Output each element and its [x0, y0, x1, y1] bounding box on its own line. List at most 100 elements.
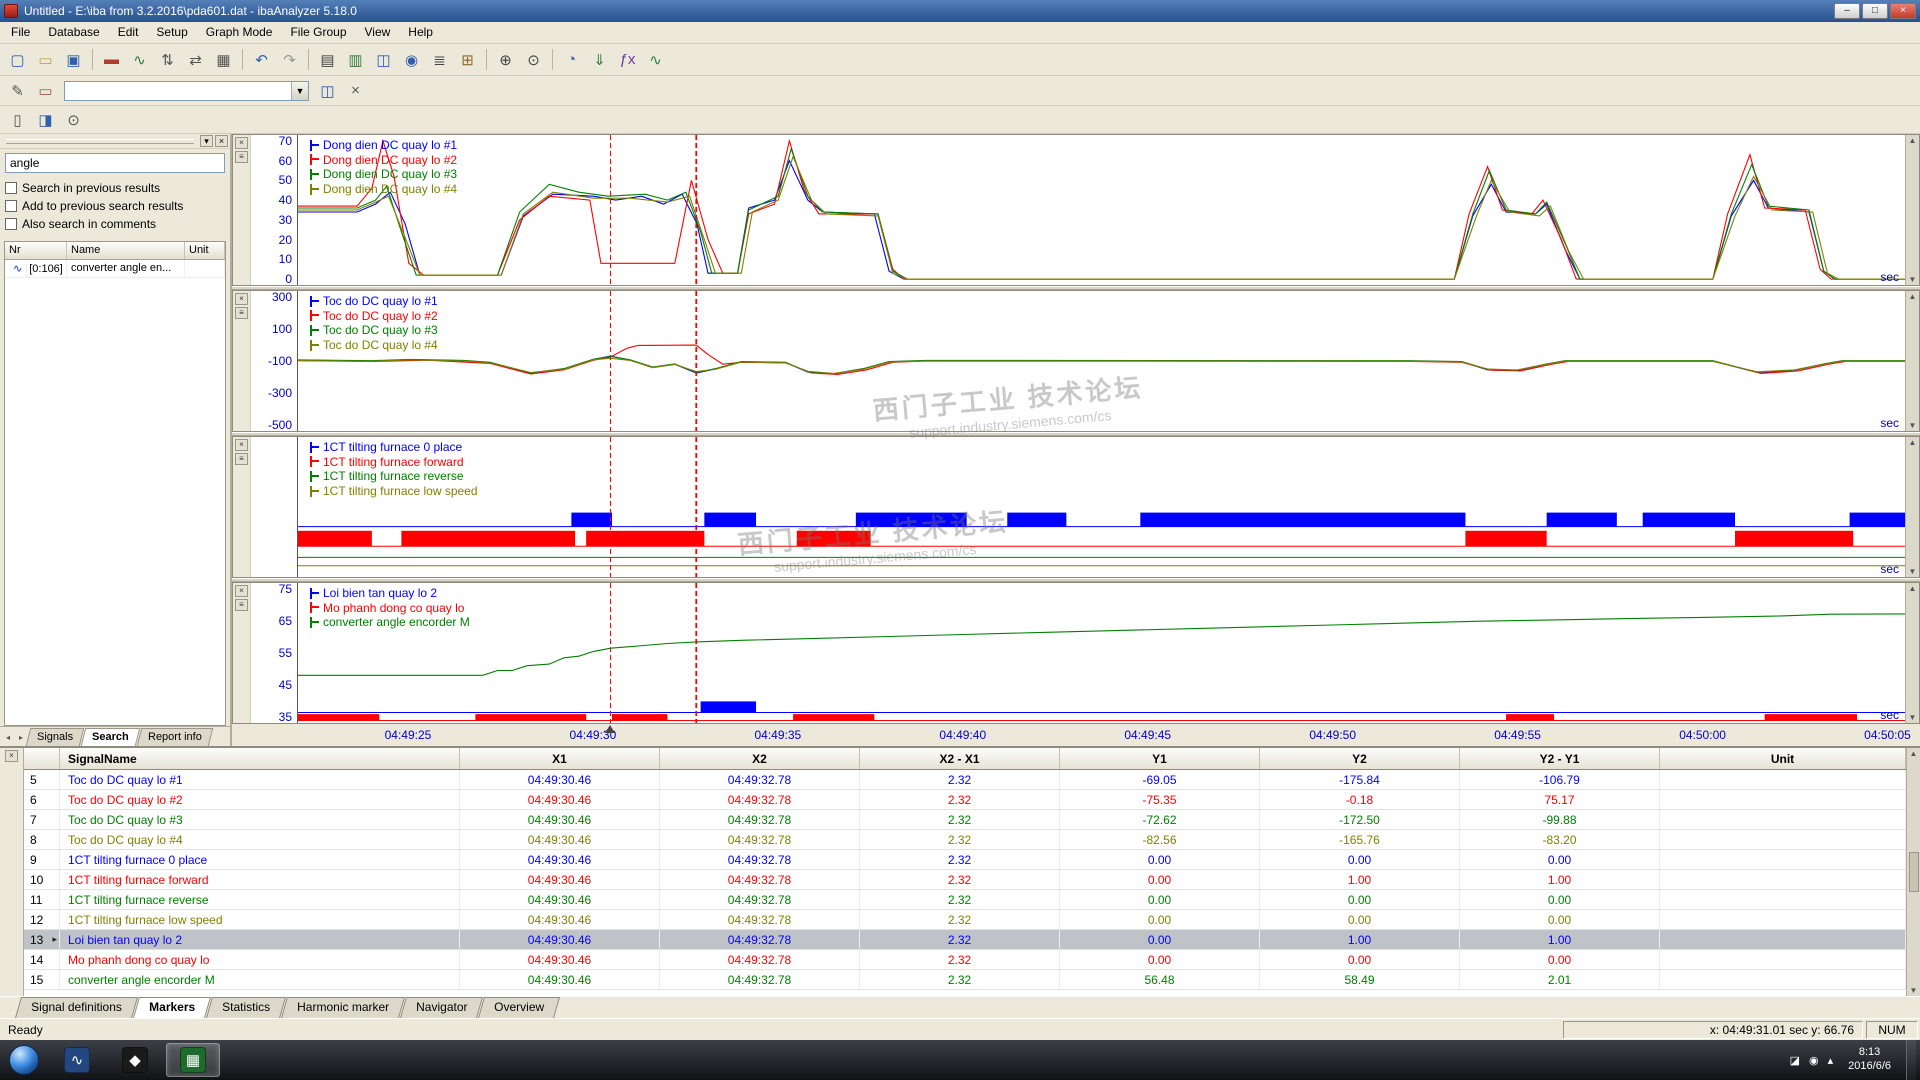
taskbar-app-ibaanalyzer[interactable]: ▦: [166, 1043, 220, 1077]
results-column-name[interactable]: Name: [67, 242, 185, 259]
search-input[interactable]: [5, 153, 225, 173]
delete-expression-button[interactable]: ▬: [98, 47, 125, 72]
table-row[interactable]: 13▸Loi bien tan quay lo 204:49:30.4604:4…: [24, 930, 1906, 950]
layout-grid-button[interactable]: ▦: [210, 47, 237, 72]
result-row[interactable]: ∿[0:106]converter angle en...: [5, 260, 225, 278]
table-row[interactable]: 5Toc do DC quay lo #104:49:30.4604:49:32…: [24, 770, 1906, 790]
scroll-down-icon[interactable]: ▼: [1909, 567, 1917, 576]
column-header-rownum[interactable]: [24, 748, 60, 769]
scroll-down-icon[interactable]: ▼: [1910, 986, 1918, 995]
taskbar-app-dark-tool[interactable]: ◆: [108, 1043, 162, 1077]
scroll-up-icon[interactable]: ▲: [1910, 749, 1918, 758]
sort-signals-button[interactable]: ⇅: [154, 47, 181, 72]
open-file-button[interactable]: ▭: [32, 47, 59, 72]
taskbar-app-ibapda[interactable]: ∿: [50, 1043, 104, 1077]
bottom-tab-overview[interactable]: Overview: [478, 997, 560, 1018]
chart-plot-dc-speed[interactable]: Toc do DC quay lo #1Toc do DC quay lo #2…: [297, 291, 1905, 431]
title-bar[interactable]: Untitled - E:\iba from 3.2.2016\pda601.d…: [0, 0, 1920, 22]
pane-scrollbar[interactable]: ▲▼: [1905, 135, 1919, 285]
export-report-button[interactable]: ▥: [342, 47, 369, 72]
checkbox-box[interactable]: [5, 218, 17, 230]
bottom-tab-markers[interactable]: Markers: [133, 997, 211, 1018]
table-row[interactable]: 121CT tilting furnace low speed04:49:30.…: [24, 910, 1906, 930]
new-file-button[interactable]: ▢: [4, 47, 31, 72]
column-header-y1[interactable]: Y1: [1060, 748, 1260, 769]
results-column-nr[interactable]: Nr: [5, 242, 67, 259]
scroll-down-icon[interactable]: ▼: [1909, 275, 1917, 284]
zoom-mode-button[interactable]: ⇄: [182, 47, 209, 72]
menu-file[interactable]: File: [2, 22, 39, 43]
column-header-y2[interactable]: Y2: [1260, 748, 1460, 769]
menu-help[interactable]: Help: [399, 22, 442, 43]
checkbox-also-search-in-comments[interactable]: Also search in comments: [5, 217, 225, 231]
pane-menu-button[interactable]: ≡: [235, 307, 248, 319]
pane-menu-button[interactable]: ≡: [235, 151, 248, 163]
scroll-down-icon[interactable]: ▼: [1909, 713, 1917, 722]
table-row[interactable]: 14Mo phanh dong co quay lo04:49:30.4604:…: [24, 950, 1906, 970]
dock-pin-button[interactable]: ▾: [200, 135, 213, 147]
fx-editor-button[interactable]: ƒx: [614, 47, 641, 72]
menu-file-group[interactable]: File Group: [281, 22, 355, 43]
chart-plot-dc-current[interactable]: Dong dien DC quay lo #1Dong dien DC quay…: [297, 135, 1905, 285]
checkbox-box[interactable]: [5, 182, 17, 194]
table-row[interactable]: 6Toc do DC quay lo #204:49:30.4604:49:32…: [24, 790, 1906, 810]
column-header-signalname[interactable]: SignalName: [60, 748, 460, 769]
scroll-up-icon[interactable]: ▲: [1909, 584, 1917, 593]
scroll-thumb[interactable]: [1909, 852, 1919, 892]
scroll-up-icon[interactable]: ▲: [1909, 438, 1917, 447]
pane-close-button[interactable]: ×: [235, 585, 248, 597]
chart-plot-converter-mixed[interactable]: Loi bien tan quay lo 2Mo phanh dong co q…: [297, 583, 1905, 723]
redo-button[interactable]: ↷: [276, 47, 303, 72]
pane-menu-button[interactable]: ≡: [235, 453, 248, 465]
signal-search-button[interactable]: ◨: [32, 107, 59, 132]
pane-scrollbar[interactable]: ▲▼: [1905, 583, 1919, 723]
table-row[interactable]: 111CT tilting furnace reverse04:49:30.46…: [24, 890, 1906, 910]
table-row[interactable]: 8Toc do DC quay lo #404:49:30.4604:49:32…: [24, 830, 1906, 850]
pane-close-button[interactable]: ×: [235, 439, 248, 451]
bottom-tab-statistics[interactable]: Statistics: [206, 997, 286, 1018]
undo-button[interactable]: ↶: [248, 47, 275, 72]
menu-edit[interactable]: Edit: [109, 22, 148, 43]
report-page-button[interactable]: ▯: [4, 107, 31, 132]
scroll-up-icon[interactable]: ▲: [1909, 136, 1917, 145]
bottom-tab-harmonic-marker[interactable]: Harmonic marker: [281, 997, 405, 1018]
pane-scrollbar[interactable]: ▲▼: [1905, 437, 1919, 577]
menu-database[interactable]: Database: [39, 22, 108, 43]
chevron-down-icon[interactable]: ▼: [291, 82, 308, 100]
web-link-button[interactable]: ◉: [398, 47, 425, 72]
table-row[interactable]: 15converter angle encorder M04:49:30.460…: [24, 970, 1906, 990]
checkbox-add-to-previous-search-results[interactable]: Add to previous search results: [5, 199, 225, 213]
checkbox-search-in-previous-results[interactable]: Search in previous results: [5, 181, 225, 195]
menu-view[interactable]: View: [356, 22, 400, 43]
tray-icon-2[interactable]: ◪: [1790, 1054, 1800, 1067]
chart-plot-furnace-digital[interactable]: 1CT tilting furnace 0 place1CT tilting f…: [297, 437, 1905, 577]
table-scrollbar[interactable]: ▲ ▼: [1906, 748, 1920, 996]
erase-expression-button[interactable]: ▭: [32, 78, 59, 103]
column-header-y2-y1[interactable]: Y2 - Y1: [1460, 748, 1660, 769]
show-desktop-button[interactable]: [1906, 1040, 1916, 1080]
taskbar-clock[interactable]: 8:13 2016/6/6: [1842, 1046, 1897, 1074]
table-row[interactable]: 101CT tilting furnace forward04:49:30.46…: [24, 870, 1906, 890]
table-close-button[interactable]: ×: [5, 750, 18, 762]
dock-grip[interactable]: [6, 139, 194, 144]
column-header-x2[interactable]: X2: [660, 748, 860, 769]
table-row[interactable]: 7Toc do DC quay lo #304:49:30.4604:49:32…: [24, 810, 1906, 830]
menu-graph-mode[interactable]: Graph Mode: [197, 22, 282, 43]
bottom-tab-signal-definitions[interactable]: Signal definitions: [15, 997, 138, 1018]
column-header-unit[interactable]: Unit: [1660, 748, 1906, 769]
close-button[interactable]: ×: [1890, 3, 1916, 19]
scroll-up-icon[interactable]: ▲: [1909, 292, 1917, 301]
value-sliders-button[interactable]: ≣: [426, 47, 453, 72]
tray-icon-1[interactable]: ◉: [1809, 1054, 1819, 1067]
time-export-button[interactable]: ◔: [558, 47, 585, 72]
column-header-x2-x1[interactable]: X2 - X1: [860, 748, 1060, 769]
pan-hand-button[interactable]: ⊞: [454, 47, 481, 72]
expression-combo[interactable]: ▼: [64, 81, 309, 101]
tab-scroll-left-icon[interactable]: ◂: [2, 733, 14, 746]
start-button[interactable]: [9, 1045, 39, 1075]
pane-menu-button[interactable]: ≡: [235, 599, 248, 611]
signal-pairs-button[interactable]: ∿: [126, 47, 153, 72]
checkbox-box[interactable]: [5, 200, 17, 212]
pane-close-button[interactable]: ×: [235, 137, 248, 149]
magnifier-button[interactable]: ⊙: [60, 107, 87, 132]
